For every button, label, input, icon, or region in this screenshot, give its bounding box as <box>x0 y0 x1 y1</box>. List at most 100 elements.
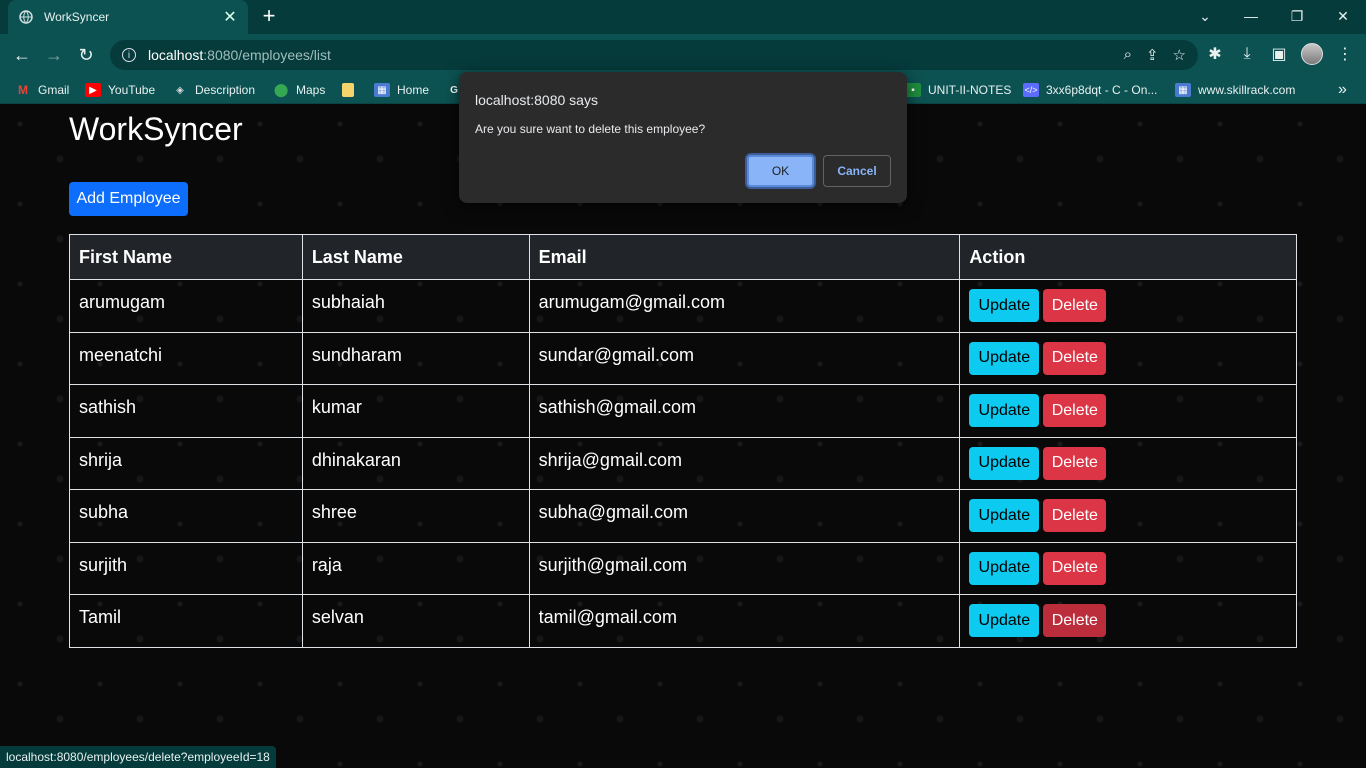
restore-button[interactable]: ❐ <box>1274 0 1320 32</box>
update-button[interactable]: Update <box>969 289 1040 322</box>
table-row: shrija dhinakaran shrija@gmail.com Updat… <box>69 436 1297 490</box>
last-name-cell: dhinakaran <box>301 436 530 490</box>
email-cell: shrija@gmail.com <box>528 436 961 490</box>
bookmark-folder[interactable] <box>342 81 361 99</box>
delete-button[interactable]: Delete <box>1043 289 1107 322</box>
site-info-icon[interactable]: i <box>122 48 136 62</box>
menu-icon[interactable]: ⋮ <box>1335 43 1355 65</box>
bookmark-description[interactable]: ◈ Description <box>172 81 255 99</box>
first-name-cell: surjith <box>69 541 303 595</box>
reload-icon[interactable]: ↻ <box>74 43 98 67</box>
last-name-cell: kumar <box>301 384 530 438</box>
bookmark-youtube[interactable]: ▶ YouTube <box>85 81 155 99</box>
tab-title: WorkSyncer <box>44 10 110 24</box>
update-button[interactable]: Update <box>969 394 1040 427</box>
ok-button[interactable]: OK <box>747 155 814 187</box>
first-name-cell: sathish <box>69 384 303 438</box>
update-button[interactable]: Update <box>969 446 1040 480</box>
header-last-name: Last Name <box>301 234 530 280</box>
first-name-cell: Tamil <box>69 594 303 648</box>
classroom-icon: ▪ <box>905 83 921 97</box>
action-cell: Update Delete <box>959 384 1297 438</box>
status-bar: localhost:8080/employees/delete?employee… <box>0 746 276 768</box>
email-cell: subha@gmail.com <box>528 489 961 543</box>
table-row: arumugam subhaiah arumugam@gmail.com Upd… <box>69 279 1297 333</box>
zoom-icon[interactable]: ⌕ <box>1124 46 1132 64</box>
back-icon[interactable]: ← <box>10 43 34 67</box>
delete-button[interactable]: Delete <box>1043 341 1107 375</box>
last-name-cell: raja <box>301 541 530 595</box>
header-email: Email <box>528 234 961 280</box>
close-window-button[interactable]: ✕ <box>1320 0 1366 32</box>
bookmark-maps[interactable]: ⬤ Maps <box>273 81 326 99</box>
action-cell: Update Delete <box>959 331 1297 385</box>
profile-avatar[interactable] <box>1301 43 1323 65</box>
add-employee-button[interactable]: Add Employee <box>69 182 188 216</box>
description-icon: ◈ <box>176 84 184 96</box>
url-path: :8080/employees/list <box>203 47 331 63</box>
confirm-dialog: localhost:8080 says Are you sure want to… <box>459 72 907 203</box>
share-icon[interactable]: ⇪ <box>1146 46 1159 64</box>
email-cell: sundar@gmail.com <box>528 331 961 385</box>
extensions-icon[interactable]: ✱ <box>1205 43 1225 65</box>
cancel-button[interactable]: Cancel <box>823 155 891 187</box>
youtube-icon: ▶ <box>85 83 101 97</box>
tab-search-icon[interactable]: ⌄ <box>1182 0 1228 32</box>
skillrack-icon: ▦ <box>1175 83 1191 97</box>
folder-icon <box>342 83 354 97</box>
update-button[interactable]: Update <box>969 341 1040 375</box>
table-row: Tamil selvan tamil@gmail.com Update Delet… <box>69 594 1297 648</box>
first-name-cell: arumugam <box>69 279 303 333</box>
email-cell: tamil@gmail.com <box>528 594 961 648</box>
table-row: meenatchi sundharam sundar@gmail.com Upd… <box>69 331 1297 385</box>
table-row: sathish kumar sathish@gmail.com Update De… <box>69 384 1297 438</box>
globe-icon <box>18 9 34 25</box>
action-cell: Update Delete <box>959 489 1297 543</box>
gmail-icon: M <box>18 83 28 97</box>
last-name-cell: shree <box>301 489 530 543</box>
bookmark-code[interactable]: </> 3xx6p8dqt - C - On... <box>1023 81 1157 99</box>
delete-button[interactable]: Delete <box>1043 394 1107 427</box>
update-button[interactable]: Update <box>969 604 1040 637</box>
email-cell: arumugam@gmail.com <box>528 279 961 333</box>
dialog-message: Are you sure want to delete this employe… <box>475 122 706 136</box>
browser-tab[interactable]: WorkSyncer ✕ <box>8 0 248 34</box>
first-name-cell: shrija <box>69 436 303 490</box>
update-button[interactable]: Update <box>969 551 1040 585</box>
bookmarks-overflow-button[interactable]: » <box>1338 81 1347 99</box>
employees-table: First Name Last Name Email Action arumug… <box>69 234 1297 648</box>
delete-button[interactable]: Delete <box>1043 551 1107 585</box>
table-row: subha shree subha@gmail.com Update Delete <box>69 489 1297 543</box>
address-bar[interactable]: i localhost:8080/employees/list ⌕ ⇪ ☆ <box>110 40 1198 70</box>
delete-button[interactable]: Delete <box>1043 604 1107 637</box>
minimize-button[interactable]: — <box>1228 0 1274 32</box>
side-panel-icon[interactable]: ▣ <box>1269 43 1289 65</box>
action-cell: Update Delete <box>959 541 1297 595</box>
close-tab-icon[interactable]: ✕ <box>222 9 238 26</box>
bookmark-gmail[interactable]: M Gmail <box>15 81 69 99</box>
delete-button[interactable]: Delete <box>1043 446 1107 480</box>
update-button[interactable]: Update <box>969 499 1040 532</box>
action-cell: Update Delete <box>959 436 1297 490</box>
download-icon[interactable]: ⤓ <box>1237 43 1257 65</box>
page-title: WorkSyncer <box>69 111 243 147</box>
delete-button[interactable]: Delete <box>1043 499 1107 532</box>
email-cell: sathish@gmail.com <box>528 384 961 438</box>
forward-icon[interactable]: → <box>42 43 66 67</box>
last-name-cell: sundharam <box>301 331 530 385</box>
url-host: localhost <box>148 47 204 63</box>
bookmark-skillrack[interactable]: ▦ www.skillrack.com <box>1175 81 1295 99</box>
new-tab-button[interactable]: + <box>258 5 280 28</box>
bookmark-unit-ii-notes[interactable]: ▪ UNIT-II-NOTES <box>905 81 1011 99</box>
dialog-title: localhost:8080 says <box>475 92 598 108</box>
bookmark-home[interactable]: ▦ Home <box>374 81 429 99</box>
action-cell: Update Delete <box>959 279 1297 333</box>
email-cell: surjith@gmail.com <box>528 541 961 595</box>
first-name-cell: meenatchi <box>69 331 303 385</box>
page-content: WorkSyncer Add Employee First Name Last … <box>0 104 1366 768</box>
last-name-cell: selvan <box>301 594 530 648</box>
bookmark-star-icon[interactable]: ☆ <box>1173 46 1186 64</box>
table-header-row: First Name Last Name Email Action <box>69 234 1297 280</box>
home-icon: ▦ <box>374 83 390 97</box>
first-name-cell: subha <box>69 489 303 543</box>
